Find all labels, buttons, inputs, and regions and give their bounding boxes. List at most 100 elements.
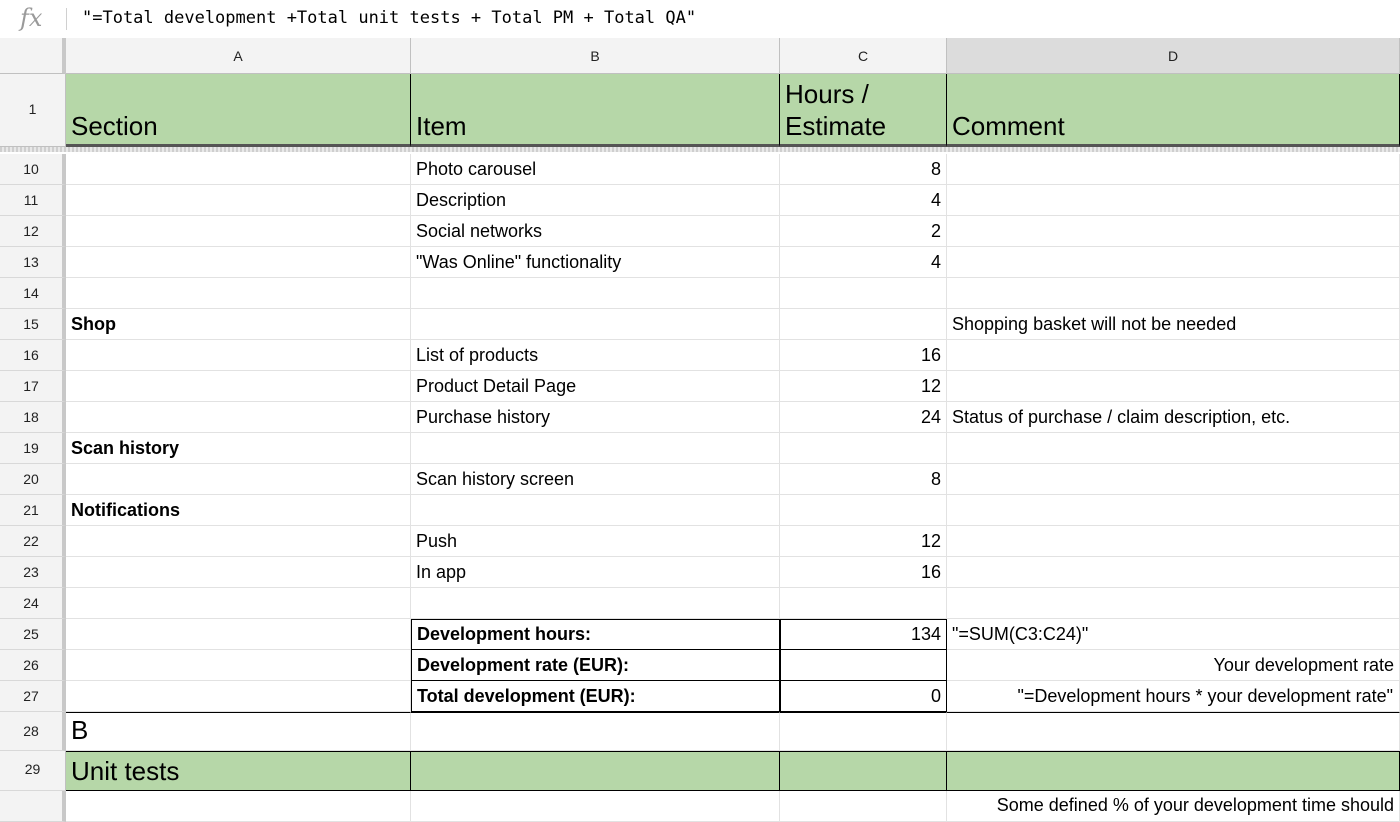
row-number[interactable]: 17 [0, 371, 66, 402]
row-number[interactable]: 18 [0, 402, 66, 433]
row-number[interactable]: 20 [0, 464, 66, 495]
header-cell-item[interactable]: Item [411, 74, 780, 147]
cell-hours[interactable]: 8 [780, 464, 947, 495]
cell-hours[interactable]: 0 [780, 681, 947, 712]
cell-hours[interactable] [780, 309, 947, 340]
cell-item[interactable]: Social networks [411, 216, 780, 247]
cell-section[interactable]: Unit tests [66, 751, 411, 791]
column-header-b[interactable]: B [411, 38, 780, 74]
cell-section[interactable] [66, 185, 411, 216]
cell-comment[interactable] [947, 278, 1400, 309]
row-number[interactable]: 10 [0, 154, 66, 185]
cell-hours[interactable]: 16 [780, 557, 947, 588]
row-number[interactable]: 24 [0, 588, 66, 619]
cell-item[interactable] [411, 278, 780, 309]
cell-section[interactable] [66, 278, 411, 309]
cell-hours[interactable]: 24 [780, 402, 947, 433]
row-number[interactable]: 26 [0, 650, 66, 681]
cell-item[interactable]: Photo carousel [411, 154, 780, 185]
row-number[interactable]: 23 [0, 557, 66, 588]
cell-item[interactable]: Development rate (EUR): [411, 650, 780, 681]
cell-hours[interactable]: 4 [780, 185, 947, 216]
cell-item[interactable] [411, 495, 780, 526]
cell-hours[interactable]: 16 [780, 340, 947, 371]
cell-item[interactable]: Purchase history [411, 402, 780, 433]
column-header-c[interactable]: C [780, 38, 947, 74]
cell-comment[interactable] [947, 216, 1400, 247]
cell-item[interactable]: In app [411, 557, 780, 588]
cell-hours[interactable] [780, 495, 947, 526]
cell-hours[interactable]: 8 [780, 154, 947, 185]
cell-comment[interactable]: "=Development hours * your development r… [947, 681, 1400, 712]
header-cell-hours-estimate[interactable]: Hours / Estimate [780, 74, 947, 147]
cell-comment[interactable] [947, 371, 1400, 402]
cell-hours[interactable]: 12 [780, 526, 947, 557]
row-number[interactable]: 25 [0, 619, 66, 650]
row-number[interactable]: 11 [0, 185, 66, 216]
cell-item[interactable] [411, 588, 780, 619]
cell-hours[interactable] [780, 650, 947, 681]
cell-section[interactable]: B [66, 712, 411, 751]
cell-item[interactable]: Total development (EUR): [411, 681, 780, 712]
cell-hours[interactable] [780, 588, 947, 619]
header-cell-section[interactable]: Section [66, 74, 411, 147]
cell-item[interactable]: "Was Online" functionality [411, 247, 780, 278]
row-number[interactable]: 1 [0, 74, 66, 147]
column-header-d[interactable]: D [947, 38, 1400, 74]
cell-item[interactable]: List of products [411, 340, 780, 371]
cell-hours[interactable] [780, 712, 947, 751]
cell-hours[interactable]: 4 [780, 247, 947, 278]
cell-comment[interactable] [947, 557, 1400, 588]
cell-section[interactable] [66, 557, 411, 588]
cell-section[interactable]: Shop [66, 309, 411, 340]
cell-item[interactable] [411, 712, 780, 751]
cell-hours[interactable]: 2 [780, 216, 947, 247]
row-number[interactable]: 19 [0, 433, 66, 464]
cell-item[interactable]: Description [411, 185, 780, 216]
cell-comment[interactable] [947, 340, 1400, 371]
cell-hours[interactable]: 12 [780, 371, 947, 402]
header-cell-comment[interactable]: Comment [947, 74, 1400, 147]
cell-item[interactable]: Push [411, 526, 780, 557]
cell-section[interactable] [66, 247, 411, 278]
cell-comment[interactable] [947, 464, 1400, 495]
row-number[interactable]: 22 [0, 526, 66, 557]
cell-comment[interactable] [947, 495, 1400, 526]
cell-item[interactable]: Scan history screen [411, 464, 780, 495]
cell-comment[interactable] [947, 185, 1400, 216]
cell-section[interactable] [66, 588, 411, 619]
cell-hours[interactable] [780, 751, 947, 791]
formula-input[interactable]: "=Total development +Total unit tests + … [82, 8, 696, 28]
cell-comment[interactable] [947, 526, 1400, 557]
row-number[interactable]: 14 [0, 278, 66, 309]
cell-comment[interactable]: "=SUM(C3:C24)" [947, 619, 1400, 650]
select-all-corner[interactable] [0, 38, 66, 74]
cell-hours[interactable] [780, 433, 947, 464]
cell-comment[interactable]: Shopping basket will not be needed [947, 309, 1400, 340]
cell-section[interactable] [66, 619, 411, 650]
cell-hours[interactable] [780, 278, 947, 309]
cell-section[interactable] [66, 371, 411, 402]
cell-section[interactable]: Scan history [66, 433, 411, 464]
cell-hours[interactable]: 134 [780, 619, 947, 650]
cell-comment[interactable] [947, 712, 1400, 751]
cell-comment[interactable]: Status of purchase / claim description, … [947, 402, 1400, 433]
cell-section[interactable] [66, 340, 411, 371]
row-number[interactable]: 29 [0, 751, 66, 791]
cell-item[interactable] [411, 433, 780, 464]
row-number[interactable]: 21 [0, 495, 66, 526]
cell-item[interactable]: Development hours: [411, 619, 780, 650]
cell-item[interactable] [411, 751, 780, 791]
cell-section[interactable] [66, 464, 411, 495]
row-number[interactable]: 13 [0, 247, 66, 278]
cell-comment[interactable] [947, 588, 1400, 619]
cell-section[interactable]: Notifications [66, 495, 411, 526]
cell-comment[interactable]: Your development rate [947, 650, 1400, 681]
row-number[interactable]: 12 [0, 216, 66, 247]
cell-comment[interactable] [947, 247, 1400, 278]
cell-section[interactable] [66, 154, 411, 185]
cell-section[interactable] [66, 402, 411, 433]
column-header-a[interactable]: A [66, 38, 411, 74]
row-number[interactable]: 27 [0, 681, 66, 712]
cell-section[interactable] [66, 216, 411, 247]
